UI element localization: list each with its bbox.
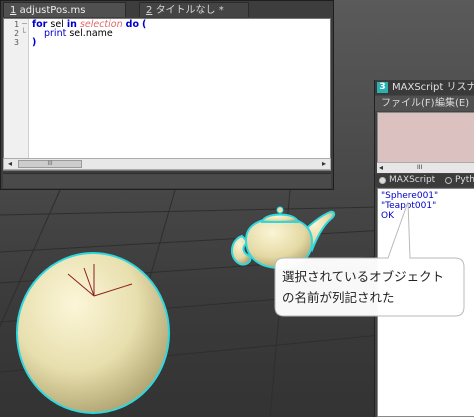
callout-text: 選択されているオブジェクト の名前が列記された [282, 266, 462, 308]
callout-line-2: の名前が列記された [282, 290, 395, 305]
callout-bubble [274, 201, 465, 317]
callout-line-1: 選択されているオブジェクト [282, 269, 445, 284]
